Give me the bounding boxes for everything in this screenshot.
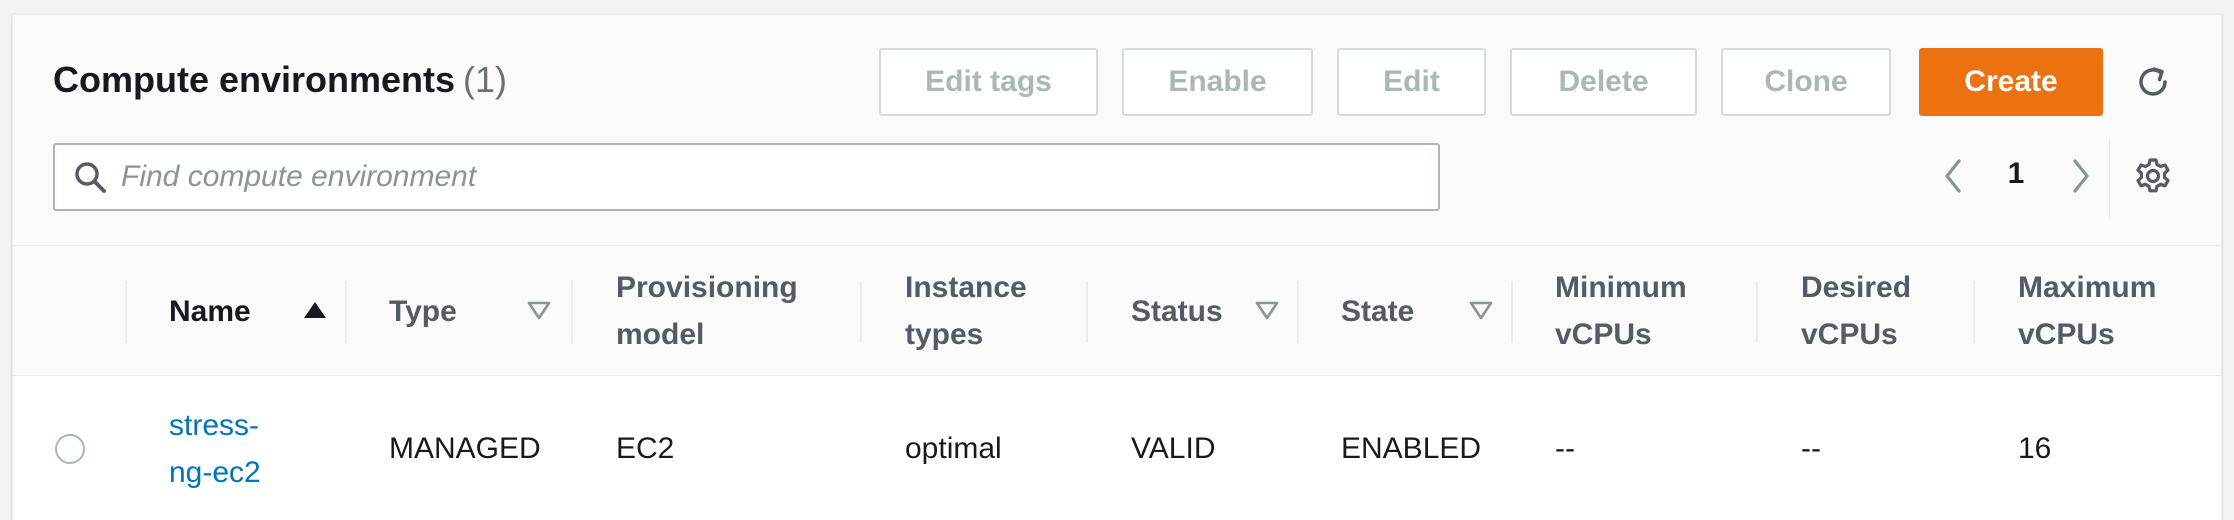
cell-type: MANAGED	[389, 432, 541, 465]
refresh-icon	[2139, 67, 2167, 96]
sort-icon	[1469, 301, 1493, 320]
table-row[interactable]: stress- ng-ec2 MANAGED EC2 optimal VALID…	[13, 377, 2221, 520]
page-title: Compute environments (1)	[53, 59, 507, 101]
item-count: (1)	[463, 59, 508, 100]
cell-desired-vcpus: --	[1801, 432, 1821, 465]
column-header-minimum-vcpus[interactable]: Minimum vCPUs	[1555, 246, 1755, 376]
column-header-instance-types[interactable]: Instance types	[905, 246, 1085, 376]
pagination-divider	[2109, 138, 2110, 218]
sort-icon	[1255, 301, 1279, 320]
search-icon	[75, 162, 106, 193]
column-header-type[interactable]: Type	[389, 246, 559, 376]
next-page-button[interactable]	[2057, 152, 2105, 200]
column-header-desired-vcpus[interactable]: Desired vCPUs	[1801, 246, 1981, 376]
cell-status: VALID	[1131, 432, 1216, 465]
clone-button[interactable]: Clone	[1721, 48, 1891, 116]
column-header-name[interactable]: Name	[169, 246, 339, 376]
delete-button[interactable]: Delete	[1510, 48, 1697, 116]
enable-button[interactable]: Enable	[1122, 48, 1313, 116]
column-separator	[571, 281, 573, 343]
compute-environment-link[interactable]: stress- ng-ec2	[169, 402, 261, 496]
preferences-button[interactable]	[2129, 152, 2177, 200]
table-header-area: Compute environments (1) Edit tags Enable…	[13, 15, 2221, 246]
previous-page-button[interactable]	[1929, 152, 1977, 200]
chevron-left-icon	[1945, 159, 1961, 193]
row-select-radio[interactable]	[55, 434, 85, 464]
edit-button[interactable]: Edit	[1337, 48, 1486, 116]
cell-minimum-vcpus: --	[1555, 432, 1575, 465]
column-separator	[345, 281, 347, 343]
column-separator	[1973, 281, 1975, 343]
column-separator	[1511, 281, 1513, 343]
search-input[interactable]	[121, 145, 1421, 209]
column-header-state[interactable]: State	[1341, 246, 1511, 376]
column-separator	[1297, 281, 1299, 343]
gear-icon	[2136, 158, 2170, 193]
column-separator	[1756, 281, 1758, 343]
sort-icon	[527, 301, 551, 320]
column-separator	[1086, 281, 1088, 343]
cell-name: stress- ng-ec2	[169, 377, 339, 520]
column-header-status[interactable]: Status	[1131, 246, 1301, 376]
search-box[interactable]	[53, 143, 1440, 211]
compute-environments-panel: Compute environments (1) Edit tags Enable…	[12, 14, 2222, 520]
column-separator	[125, 281, 127, 343]
table-column-headers: Name Type Provisioning model Instance ty…	[13, 246, 2221, 376]
column-header-maximum-vcpus[interactable]: Maximum vCPUs	[2018, 246, 2208, 376]
sort-ascending-icon	[304, 302, 326, 318]
edit-tags-button[interactable]: Edit tags	[879, 48, 1098, 116]
cell-state: ENABLED	[1341, 432, 1482, 465]
column-separator	[860, 281, 862, 343]
cell-maximum-vcpus: 16	[2018, 432, 2052, 465]
refresh-button[interactable]	[2129, 58, 2177, 106]
cell-instance-types: optimal	[905, 432, 1002, 465]
create-button[interactable]: Create	[1919, 48, 2103, 116]
page-title-text: Compute environments	[53, 59, 456, 100]
chevron-right-icon	[2073, 159, 2089, 193]
current-page-number[interactable]: 1	[2001, 157, 2031, 191]
column-header-provisioning-model[interactable]: Provisioning model	[616, 246, 856, 376]
cell-provisioning-model: EC2	[616, 432, 675, 465]
